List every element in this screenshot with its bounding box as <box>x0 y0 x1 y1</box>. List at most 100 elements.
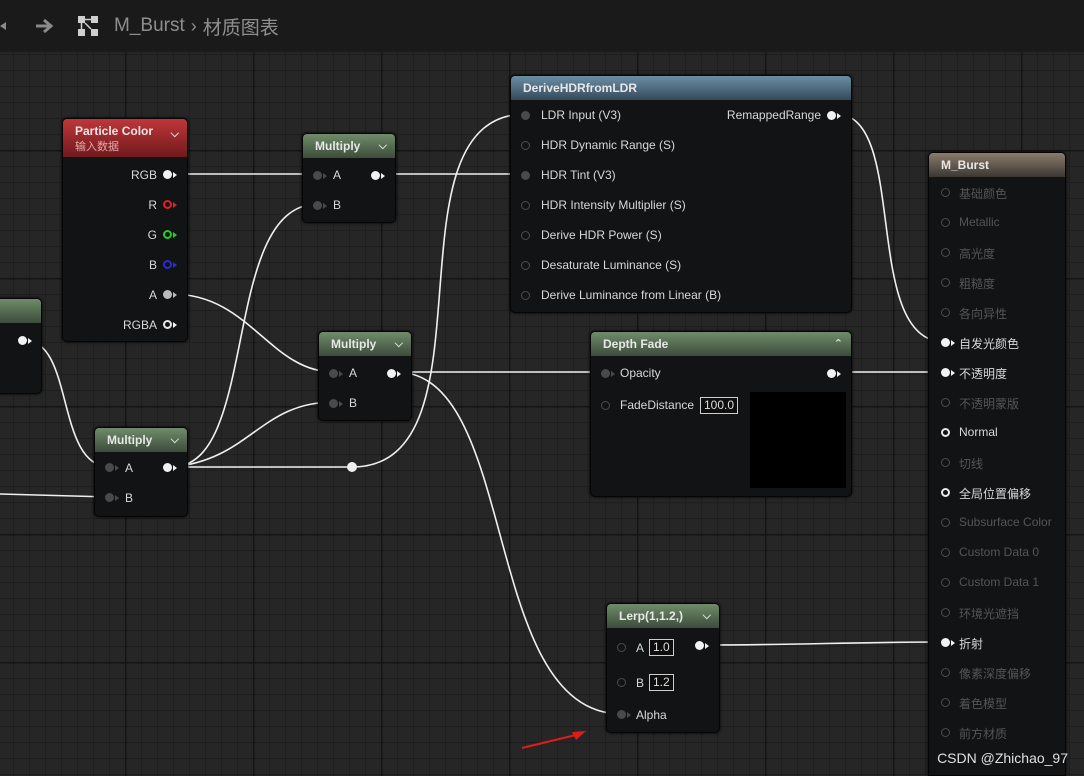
lerp-label-a: A <box>636 641 645 655</box>
multiply-top-pin-b-arrow <box>323 203 327 209</box>
derive-hdr-pin-intensity[interactable] <box>521 201 530 210</box>
result-pin-label-14: 环境光遮挡 <box>959 607 1020 621</box>
derive-hdr-label-remapped: RemappedRange <box>726 108 821 122</box>
pin-label-a: A <box>148 288 157 302</box>
result-pin-13[interactable] <box>941 578 950 587</box>
multiply-low-pin-a[interactable] <box>105 463 114 472</box>
wire-multiply-low-to-mid-b <box>171 401 335 468</box>
multiply-top-label-a: A <box>333 168 342 182</box>
lerp-title: Lerp(1,1.2,) <box>619 609 684 623</box>
result-pin-5[interactable] <box>941 338 950 347</box>
lerp-pin-a[interactable] <box>617 643 626 652</box>
multiply-mid-pin-b[interactable] <box>329 399 338 408</box>
lerp-label-b: B <box>636 676 645 690</box>
depth-fade-pin-opacity[interactable] <box>601 369 610 378</box>
result-pin-1[interactable] <box>941 218 950 227</box>
particle-color-node[interactable]: Particle Color 输入数据 ⌵ RGB R G B A RGBA <box>62 118 188 342</box>
multiply-mid-pin-a[interactable] <box>329 369 338 378</box>
result-pin-16[interactable] <box>941 668 950 677</box>
multiply-low-node[interactable]: Multiply ⌵ A B <box>94 427 188 517</box>
multiply-low-pin-b[interactable] <box>105 493 114 502</box>
result-pin-0[interactable] <box>941 188 950 197</box>
derive-hdr-output-pin[interactable] <box>827 111 836 120</box>
pin-r[interactable] <box>163 200 172 209</box>
chevron-down-icon[interactable]: ⌵ <box>171 127 179 141</box>
derive-hdr-label-tint: HDR Tint (V3) <box>541 168 616 182</box>
multiply-top-output-pin[interactable] <box>371 171 380 180</box>
derive-hdr-node[interactable]: DeriveHDRfromLDR LDR Input (V3) Remapped… <box>510 75 852 313</box>
pin-a[interactable] <box>163 290 172 299</box>
chevron-up-icon[interactable]: ⌃ <box>834 332 843 356</box>
watermark: CSDN @Zhichao_97 <box>937 750 1068 766</box>
result-pin-12[interactable] <box>941 548 950 557</box>
derive-hdr-pin-tint[interactable] <box>521 171 530 180</box>
result-pin-10[interactable] <box>941 488 950 497</box>
depth-fade-node[interactable]: Depth Fade ⌃ Opacity FadeDistance 100.0 <box>590 331 852 497</box>
multiply-mid-label-b: B <box>349 396 358 410</box>
result-pin-8[interactable] <box>941 428 950 437</box>
result-pin-17[interactable] <box>941 698 950 707</box>
fade-distance-input[interactable]: 100.0 <box>700 397 739 414</box>
pin-rgba[interactable] <box>163 320 172 329</box>
breadcrumb-asset[interactable]: M_Burst <box>114 15 185 37</box>
wire-multiply-mid-to-lerp-alpha <box>395 371 623 715</box>
result-pin-9[interactable] <box>941 458 950 467</box>
multiply-low-pin-b-arrow <box>115 495 119 501</box>
result-pin-label-10: 全局位置偏移 <box>959 487 1032 501</box>
multiply-top-pin-b[interactable] <box>313 201 322 210</box>
depth-fade-pin-fade-distance[interactable] <box>601 401 610 410</box>
pin-g-arrow <box>173 232 177 238</box>
derive-hdr-pin-ldr-input[interactable] <box>521 111 530 120</box>
depth-fade-title: Depth Fade <box>603 337 669 351</box>
derive-hdr-label-intensity: HDR Intensity Multiplier (S) <box>541 198 686 212</box>
pin-b[interactable] <box>163 260 172 269</box>
result-pin-18[interactable] <box>941 728 950 737</box>
wire-multiply-low-to-top-b <box>171 203 319 468</box>
multiply-top-pin-a[interactable] <box>313 171 322 180</box>
result-node[interactable]: M_Burst 基础颜色 Metallic 高光度 粗糙度 各向异性 自发光颜色 不透明度不… <box>928 152 1066 776</box>
result-pin-7[interactable] <box>941 398 950 407</box>
result-pin-2[interactable] <box>941 248 950 257</box>
particle-color-title: Particle Color <box>75 124 154 138</box>
result-pin-label-11: Subsurface Color <box>959 515 1052 529</box>
chevron-down-icon[interactable]: ⌵ <box>171 428 179 452</box>
depth-fade-label-fade-distance: FadeDistance <box>620 398 695 412</box>
pin-g[interactable] <box>163 230 172 239</box>
result-pin-label-2: 高光度 <box>959 247 996 261</box>
derive-hdr-label-ldr-input: LDR Input (V3) <box>541 108 622 122</box>
result-pin-15[interactable] <box>941 638 950 647</box>
depth-fade-preview <box>750 392 846 488</box>
arrow-back-icon[interactable] <box>0 16 14 36</box>
chevron-down-icon[interactable]: ⌵ <box>395 332 403 356</box>
breadcrumb-graph[interactable]: 材质图表 <box>203 13 279 40</box>
result-pin-4[interactable] <box>941 308 950 317</box>
derive-hdr-pin-dynamic-range[interactable] <box>521 141 530 150</box>
derive-hdr-pin-desaturate[interactable] <box>521 261 530 270</box>
depth-fade-output-pin[interactable] <box>827 369 836 378</box>
lerp-a-input[interactable]: 1.0 <box>649 639 674 656</box>
multiply-top-node[interactable]: Multiply ⌵ A B <box>302 133 396 223</box>
offscreen-node-output-pin[interactable] <box>18 336 27 345</box>
derive-hdr-pin-linear[interactable] <box>521 291 530 300</box>
lerp-b-input[interactable]: 1.2 <box>649 674 674 691</box>
derive-hdr-output-arrow <box>837 113 841 119</box>
chevron-down-icon[interactable]: ⌵ <box>379 134 387 158</box>
lerp-node[interactable]: Lerp(1,1.2,) ⌵ A 1.0 B 1.2 Alpha <box>606 603 720 733</box>
lerp-pin-b[interactable] <box>617 678 626 687</box>
result-pin-6[interactable] <box>941 368 950 377</box>
multiply-mid-node[interactable]: Multiply ⌵ A B <box>318 331 412 421</box>
pin-rgb[interactable] <box>163 170 172 179</box>
multiply-low-output-pin[interactable] <box>163 463 172 472</box>
offscreen-node[interactable] <box>0 298 42 394</box>
lerp-pin-alpha[interactable] <box>617 710 626 719</box>
lerp-output-pin[interactable] <box>695 641 704 650</box>
result-pin-label-5: 自发光颜色 <box>959 337 1020 351</box>
chevron-down-icon[interactable]: ⌵ <box>703 604 711 628</box>
multiply-mid-output-pin[interactable] <box>387 369 396 378</box>
result-pin-14[interactable] <box>941 608 950 617</box>
derive-hdr-pin-power[interactable] <box>521 231 530 240</box>
result-pin-11[interactable] <box>941 518 950 527</box>
arrow-forward-icon[interactable] <box>34 16 56 36</box>
result-pin-3[interactable] <box>941 278 950 287</box>
result-pin-label-4: 各向异性 <box>959 307 1008 321</box>
